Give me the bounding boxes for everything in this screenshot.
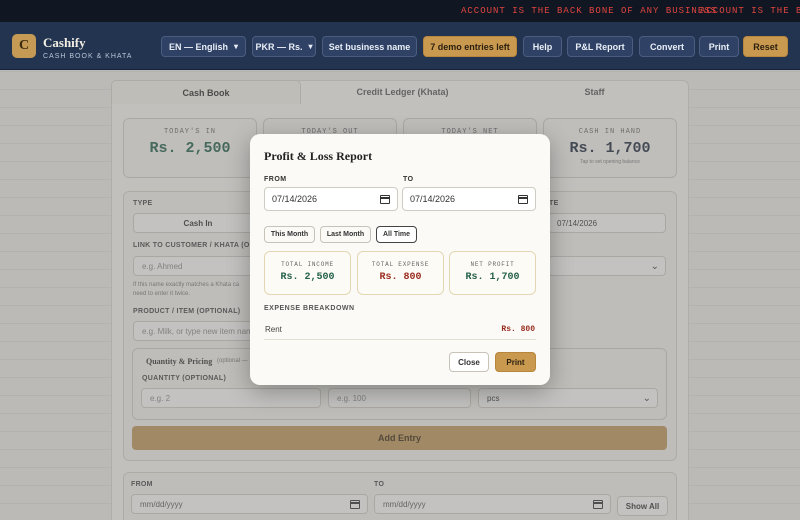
net-profit-value: Rs. 1,700 <box>465 272 520 283</box>
brand: Cashify CASH BOOK & KHATA <box>43 35 132 60</box>
modal-print-button[interactable]: Print <box>495 352 536 372</box>
brand-tagline: CASH BOOK & KHATA <box>43 53 133 60</box>
calendar-icon <box>380 195 390 204</box>
ticker-message: ACCOUNT IS THE BACK B <box>700 6 800 16</box>
list-item: Rent Rs. 800 <box>264 324 536 340</box>
reset-button[interactable]: Reset <box>743 36 788 57</box>
net-profit-label: NET PROFIT <box>470 261 515 268</box>
last-month-chip[interactable]: Last Month <box>320 226 371 243</box>
total-income-label: TOTAL INCOME <box>281 261 334 268</box>
chevron-down-icon: ▾ <box>308 42 313 51</box>
logo: C <box>12 34 36 58</box>
expense-breakdown-label: EXPENSE BREAKDOWN <box>264 305 355 312</box>
modal-from-label: FROM <box>264 176 287 183</box>
calendar-icon <box>518 195 528 204</box>
currency-select-value: PKR — Rs. <box>255 41 303 52</box>
language-select[interactable]: EN — English ▾ <box>161 36 246 57</box>
help-button[interactable]: Help <box>523 36 562 57</box>
total-expense-value: Rs. 800 <box>379 272 422 283</box>
close-button[interactable]: Close <box>449 352 489 372</box>
total-expense-card: TOTAL EXPENSE Rs. 800 <box>357 251 444 295</box>
chevron-down-icon: ▾ <box>234 42 239 51</box>
modal-title: Profit & Loss Report <box>264 149 373 163</box>
total-income-value: Rs. 2,500 <box>280 272 335 283</box>
pl-report-modal: Profit & Loss Report FROM TO 07/14/2026 … <box>250 134 550 385</box>
total-income-card: TOTAL INCOME Rs. 2,500 <box>264 251 351 295</box>
net-profit-card: NET PROFIT Rs. 1,700 <box>449 251 536 295</box>
this-month-chip[interactable]: This Month <box>264 226 315 243</box>
pl-report-button[interactable]: P&L Report <box>567 36 633 57</box>
convert-button[interactable]: Convert <box>639 36 695 57</box>
expense-name: Rent <box>265 325 282 334</box>
language-select-value: EN — English <box>168 41 228 52</box>
modal-to-date-input[interactable]: 07/14/2026 <box>402 187 536 211</box>
all-time-chip[interactable]: All Time <box>376 226 417 243</box>
modal-to-label: TO <box>403 176 414 183</box>
ticker-bar: ACCOUNT IS THE BACK BONE OF ANY BUSINESS… <box>0 0 800 22</box>
modal-to-date-value: 07/14/2026 <box>410 194 456 204</box>
set-business-button[interactable]: Set business name <box>322 36 417 57</box>
modal-from-date-value: 07/14/2026 <box>272 194 318 204</box>
demo-entries-button[interactable]: 7 demo entries left <box>423 36 517 57</box>
expense-amount: Rs. 800 <box>501 325 535 334</box>
total-expense-label: TOTAL EXPENSE <box>371 261 430 268</box>
currency-select[interactable]: PKR — Rs. ▾ <box>252 36 316 57</box>
ticker-message: ACCOUNT IS THE BACK BONE OF ANY BUSINESS <box>461 6 718 16</box>
modal-from-date-input[interactable]: 07/14/2026 <box>264 187 398 211</box>
print-button[interactable]: Print <box>699 36 739 57</box>
app-header: C Cashify CASH BOOK & KHATA EN — English… <box>0 22 800 70</box>
brand-name: Cashify <box>43 35 86 50</box>
